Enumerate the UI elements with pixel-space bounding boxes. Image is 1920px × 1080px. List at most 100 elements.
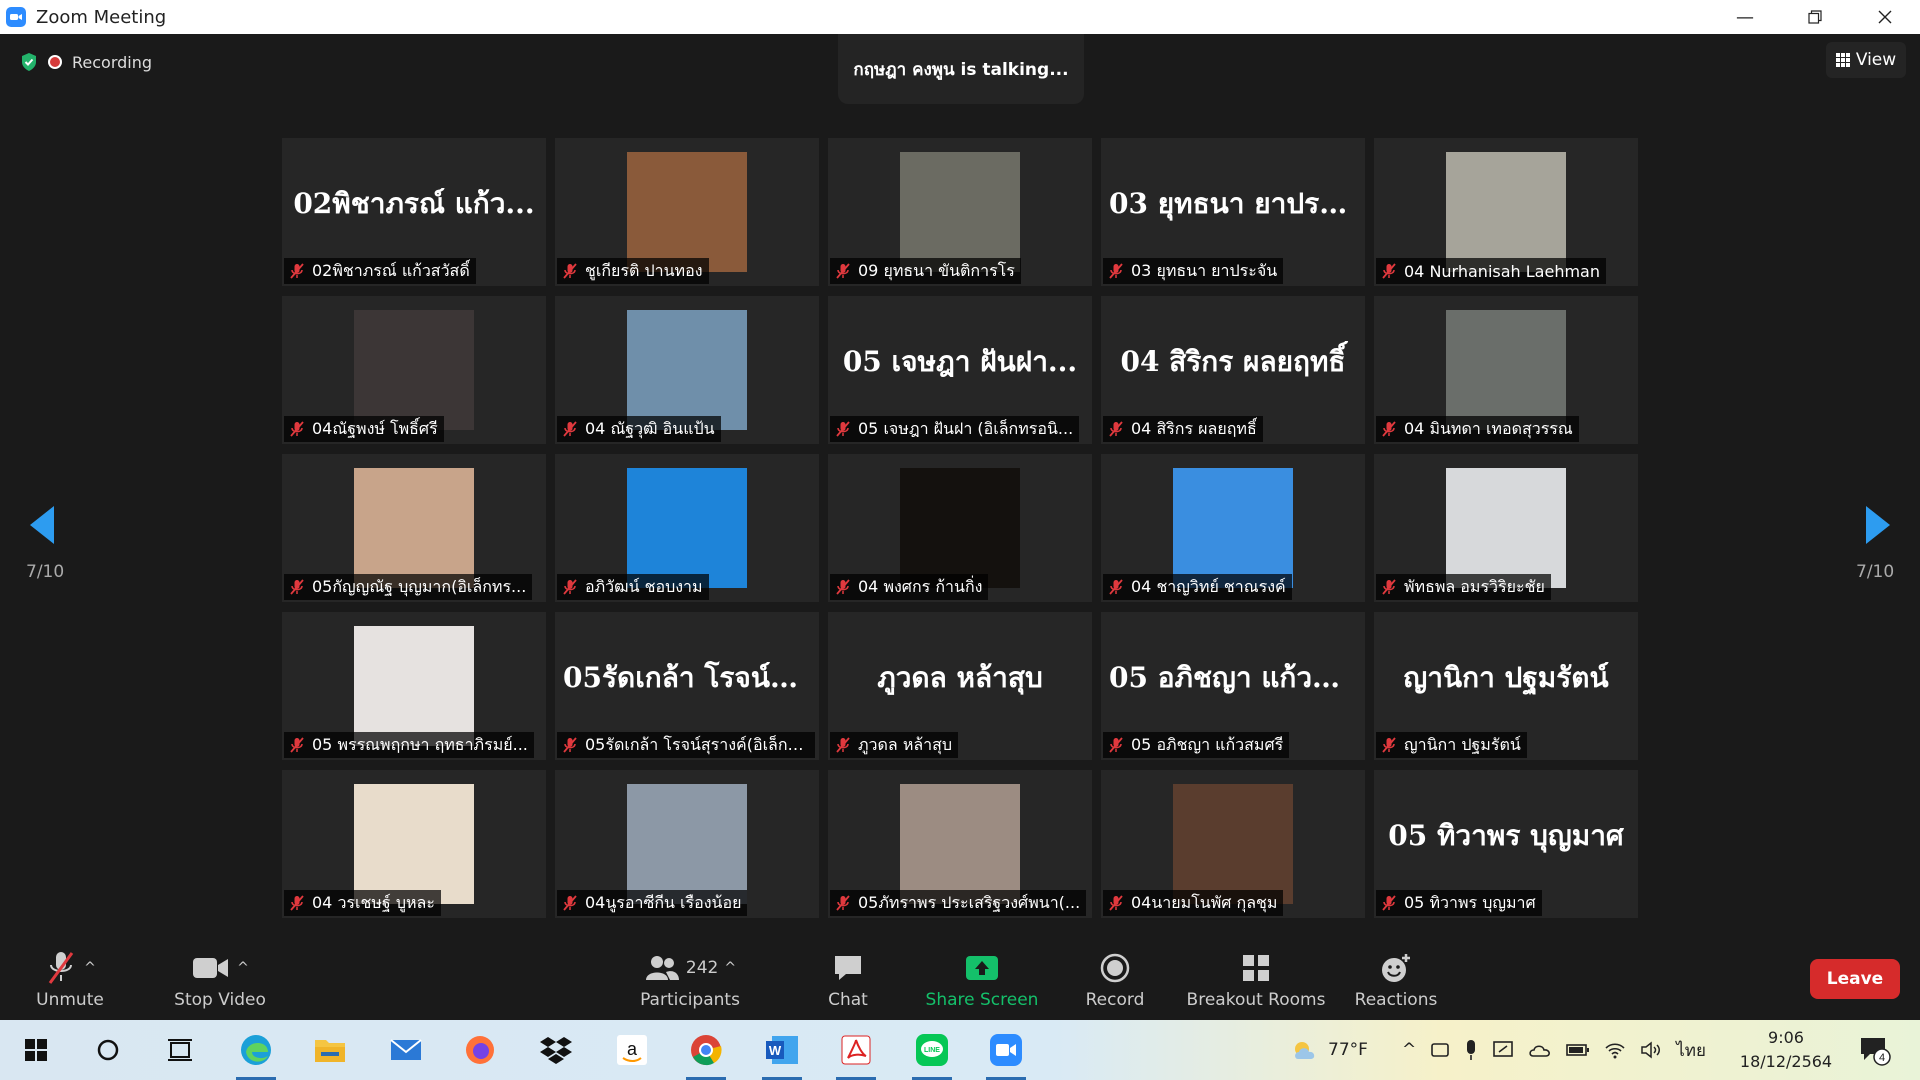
participant-name-label: 05ภัทราพร ประเสริฐวงศ์พนา(... xyxy=(858,892,1081,912)
taskbar-acrobat[interactable] xyxy=(826,1020,886,1080)
meet-now-icon[interactable] xyxy=(1430,1040,1450,1060)
temperature: 77°F xyxy=(1328,1040,1368,1060)
restore-button[interactable] xyxy=(1780,0,1850,34)
participant-tile[interactable]: 04 สิริกร ผลยฤทธิ์ 04 สิริกร ผลยฤทธิ์ xyxy=(1101,296,1365,444)
cortana-circle-icon xyxy=(97,1039,119,1061)
participant-tile[interactable]: 05ภัทราพร ประเสริฐวงศ์พนา(... xyxy=(828,770,1092,918)
taskbar-firefox[interactable] xyxy=(450,1020,510,1080)
participant-tile[interactable]: ชูเกียรติ ปานทอง xyxy=(555,138,819,286)
onedrive-cloud-icon[interactable] xyxy=(1528,1042,1552,1058)
participant-video xyxy=(1173,468,1293,588)
next-page-arrow-icon[interactable] xyxy=(1862,504,1892,546)
participant-tile[interactable]: 05 ทิวาพร บุญมาศ 05 ทิวาพร บุญมาศ xyxy=(1374,770,1638,918)
participant-tile[interactable]: ภูวดล หล้าสุบ ภูวดล หล้าสุบ xyxy=(828,612,1092,760)
muted-mic-icon xyxy=(288,420,306,438)
participant-tile[interactable]: 04ณัฐพงษ์ โพธิ์ศรี xyxy=(282,296,546,444)
audio-options-caret-icon[interactable]: ^ xyxy=(84,960,96,976)
reactions-smiley-icon xyxy=(1382,954,1410,982)
action-center-button[interactable]: 4 xyxy=(1858,1020,1892,1080)
participant-tile[interactable]: 09 ยุทธนา ขันติการโร xyxy=(828,138,1092,286)
taskbar-chrome[interactable] xyxy=(676,1020,736,1080)
participant-name-label: 04 มินทดา เทอดสุวรรณ xyxy=(1404,418,1573,438)
participants-caret-icon[interactable]: ^ xyxy=(724,960,736,976)
participant-name-bar: 04 ณัฐวุฒิ อินแป้น xyxy=(557,416,721,442)
wifi-icon[interactable] xyxy=(1604,1041,1626,1059)
weather-widget[interactable]: 77°F xyxy=(1290,1020,1368,1080)
line-app-icon: LINE xyxy=(916,1034,948,1066)
reactions-label: Reactions xyxy=(1354,990,1438,1010)
reactions-button[interactable]: Reactions xyxy=(1354,946,1438,1010)
taskbar-dropbox[interactable] xyxy=(526,1020,586,1080)
taskbar-file-explorer[interactable] xyxy=(300,1020,360,1080)
participants-count: 242 xyxy=(685,958,719,978)
participant-tile[interactable]: 02พิชาภรณ์ แก้ว... 02พิชาภรณ์ แก้วสวัสดิ์ xyxy=(282,138,546,286)
stop-video-button[interactable]: ^ Stop Video xyxy=(160,946,280,1010)
participant-tile[interactable]: 04นายมโนพัศ กุลชุม xyxy=(1101,770,1365,918)
video-options-caret-icon[interactable]: ^ xyxy=(237,960,249,976)
record-button[interactable]: Record xyxy=(1080,946,1150,1010)
participant-tile[interactable]: 04 ชาญวิทย์ ชาณรงค์ xyxy=(1101,454,1365,602)
taskbar-amazon[interactable]: a xyxy=(602,1020,662,1080)
view-button[interactable]: View xyxy=(1826,42,1906,78)
participant-tile[interactable]: พัทธพล อมรวิริยะชัย xyxy=(1374,454,1638,602)
input-language[interactable]: ไทย xyxy=(1676,1037,1706,1064)
edge-browser-icon xyxy=(241,1035,271,1065)
participants-button[interactable]: 242 ^ Participants xyxy=(640,946,740,1010)
participant-video xyxy=(1446,468,1566,588)
recording-indicator[interactable]: Recording xyxy=(20,52,152,72)
minimize-button[interactable]: — xyxy=(1710,0,1780,34)
svg-text:W: W xyxy=(769,1043,782,1058)
participant-tile[interactable]: ญานิกา ปฐมรัตน์ ญานิกา ปฐมรัตน์ xyxy=(1374,612,1638,760)
participant-tile[interactable]: 04 Nurhanisah Laehman xyxy=(1374,138,1638,286)
muted-mic-icon xyxy=(1107,420,1125,438)
participant-tile[interactable]: 05กัญญณัฐ บุญมาก(อิเล็กทร... xyxy=(282,454,546,602)
participant-name-label: 05รัดเกล้า โรจน์สุรางค์(อิเล็กท... xyxy=(585,734,809,754)
start-button[interactable] xyxy=(6,1020,66,1080)
shield-icon xyxy=(22,53,36,71)
taskbar-edge[interactable] xyxy=(226,1020,286,1080)
breakout-rooms-button[interactable]: Breakout Rooms xyxy=(1186,946,1326,1010)
task-view-icon xyxy=(168,1039,192,1061)
muted-mic-icon xyxy=(561,420,579,438)
taskbar-word[interactable]: W xyxy=(752,1020,812,1080)
participant-tile[interactable]: อภิวัฒน์ ชอบงาม xyxy=(555,454,819,602)
muted-mic-icon xyxy=(1380,420,1398,438)
participant-display-name: 05 ทิวาพร บุญมาศ xyxy=(1388,819,1624,852)
participant-tile[interactable]: 05 อภิชญา แก้วส... 05 อภิชญา แก้วสมศรี xyxy=(1101,612,1365,760)
taskbar-zoom[interactable] xyxy=(976,1020,1036,1080)
participant-tile[interactable]: 04นูรอาซีกีน เรืองน้อย xyxy=(555,770,819,918)
taskbar-line[interactable]: LINE xyxy=(902,1020,962,1080)
task-view-button[interactable] xyxy=(150,1020,210,1080)
close-button[interactable] xyxy=(1850,0,1920,34)
participant-tile[interactable]: 05 พรรณพฤกษา ฤทธาภิรมย์... xyxy=(282,612,546,760)
share-screen-button[interactable]: Share Screen xyxy=(922,946,1042,1010)
participant-name-label: 05 อภิชญา แก้วสมศรี xyxy=(1131,734,1284,754)
participant-name-label: 04นายมโนพัศ กุลชุม xyxy=(1131,892,1278,912)
participant-video xyxy=(1446,152,1566,272)
cortana-button[interactable] xyxy=(78,1020,138,1080)
participant-tile[interactable]: 05 เจษฎา ฝันฝา... 05 เจษฎา ฝันฝา (อิเล็กท… xyxy=(828,296,1092,444)
previous-page-arrow-icon[interactable] xyxy=(28,504,58,546)
taskbar-mail[interactable] xyxy=(376,1020,436,1080)
battery-icon[interactable] xyxy=(1566,1043,1590,1057)
active-speaker-banner: กฤษฎา คงพูน is talking... xyxy=(838,34,1084,104)
tray-overflow-chevron-icon[interactable]: ^ xyxy=(1402,1040,1416,1060)
leave-button[interactable]: Leave xyxy=(1810,959,1900,999)
unmute-button[interactable]: ^ Unmute xyxy=(30,946,110,1010)
participant-tile[interactable]: 04 พงศกร ก้านกิ่ง xyxy=(828,454,1092,602)
volume-icon[interactable] xyxy=(1640,1041,1662,1059)
system-tray: ^ ไทย xyxy=(1402,1020,1706,1080)
participant-tile[interactable]: 05รัดเกล้า โรจน์สุ... 05รัดเกล้า โรจน์สุร… xyxy=(555,612,819,760)
participant-video xyxy=(900,468,1020,588)
muted-mic-icon xyxy=(834,894,852,912)
microphone-icon[interactable] xyxy=(1464,1039,1478,1061)
taskbar-clock[interactable]: 9:06 18/12/2564 xyxy=(1726,1026,1846,1074)
participant-tile[interactable]: 04 วรเชษฐ์ บูหละ xyxy=(282,770,546,918)
participant-tile[interactable]: 04 มินทดา เทอดสุวรรณ xyxy=(1374,296,1638,444)
participant-tile[interactable]: 04 ณัฐวุฒิ อินแป้น xyxy=(555,296,819,444)
screen-share-tray-icon[interactable] xyxy=(1492,1040,1514,1060)
participant-name-bar: 04 ชาญวิทย์ ชาณรงค์ xyxy=(1103,574,1292,600)
participant-tile[interactable]: 03 ยุทธนา ยาประ... 03 ยุทธนา ยาประจัน xyxy=(1101,138,1365,286)
participant-video xyxy=(900,152,1020,272)
chat-button[interactable]: Chat xyxy=(818,946,878,1010)
